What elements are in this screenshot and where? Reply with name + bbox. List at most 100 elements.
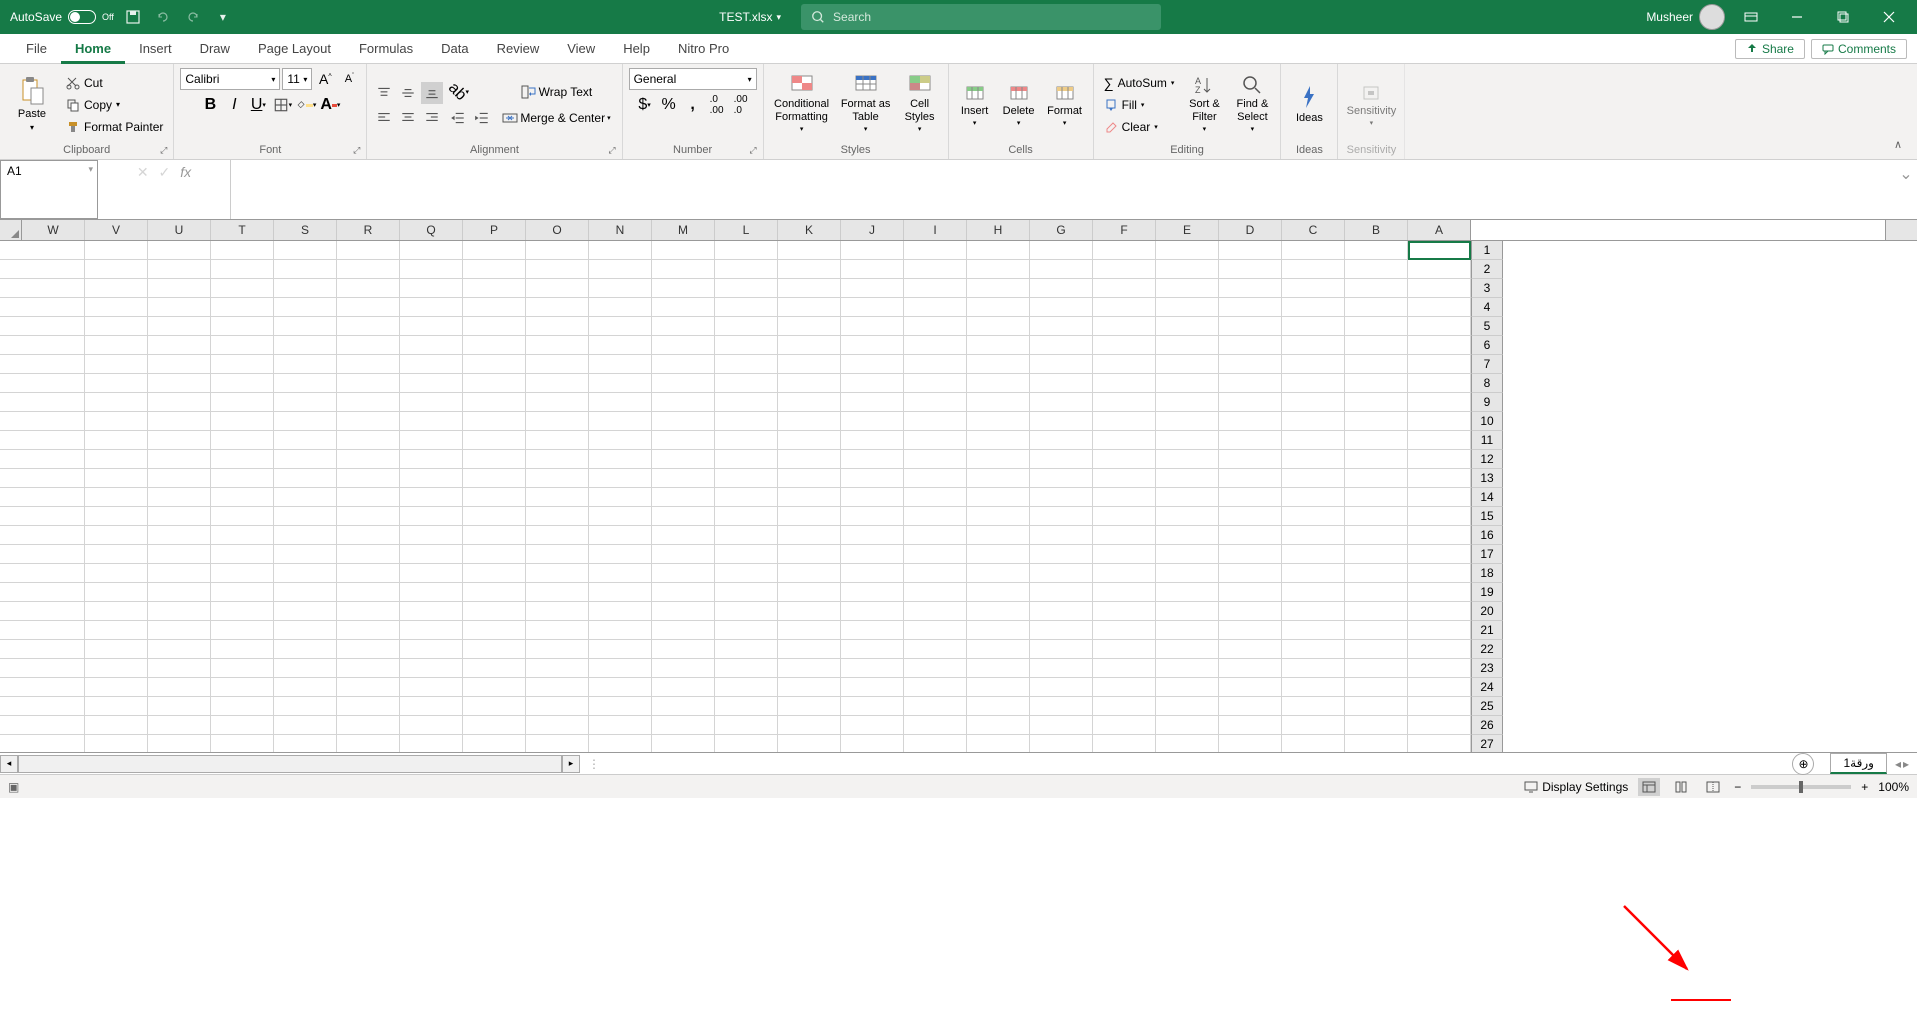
cell[interactable]	[463, 298, 526, 317]
cell[interactable]	[1030, 469, 1093, 488]
cell[interactable]	[1093, 545, 1156, 564]
cell[interactable]	[463, 735, 526, 752]
cell[interactable]	[211, 431, 274, 450]
cell[interactable]	[463, 336, 526, 355]
cell[interactable]	[1156, 659, 1219, 678]
tab-view[interactable]: View	[553, 34, 609, 64]
cell[interactable]	[1345, 298, 1408, 317]
cell[interactable]	[1156, 564, 1219, 583]
cell[interactable]	[1282, 279, 1345, 298]
cell[interactable]	[652, 545, 715, 564]
cell[interactable]	[22, 678, 85, 697]
cell[interactable]	[1345, 260, 1408, 279]
qat-customize[interactable]: ▾	[212, 6, 234, 28]
cell[interactable]	[1156, 716, 1219, 735]
cell[interactable]	[85, 621, 148, 640]
cell[interactable]	[526, 602, 589, 621]
cell[interactable]	[1345, 374, 1408, 393]
cell[interactable]	[1156, 317, 1219, 336]
cell[interactable]	[1093, 279, 1156, 298]
cell[interactable]	[1282, 697, 1345, 716]
tab-formulas[interactable]: Formulas	[345, 34, 427, 64]
cell[interactable]	[652, 507, 715, 526]
cell[interactable]	[1408, 659, 1471, 678]
cell[interactable]	[1408, 678, 1471, 697]
cell[interactable]	[85, 507, 148, 526]
cell[interactable]	[1282, 545, 1345, 564]
cell[interactable]	[148, 659, 211, 678]
cell[interactable]	[715, 355, 778, 374]
cell[interactable]	[1156, 488, 1219, 507]
cell[interactable]	[148, 602, 211, 621]
paste-button[interactable]: Paste ▾	[6, 72, 58, 138]
tab-draw[interactable]: Draw	[186, 34, 244, 64]
cell[interactable]	[211, 545, 274, 564]
cell[interactable]	[967, 317, 1030, 336]
row-header[interactable]: 20	[1471, 602, 1503, 621]
cell[interactable]	[400, 678, 463, 697]
search-box[interactable]: Search	[801, 4, 1161, 30]
cell[interactable]	[652, 564, 715, 583]
cell[interactable]	[1282, 507, 1345, 526]
cell[interactable]	[652, 450, 715, 469]
cell[interactable]	[211, 697, 274, 716]
cell[interactable]	[904, 450, 967, 469]
cell[interactable]	[715, 260, 778, 279]
cell[interactable]	[1156, 583, 1219, 602]
cell[interactable]	[1030, 260, 1093, 279]
cell[interactable]	[463, 469, 526, 488]
cell[interactable]	[1282, 317, 1345, 336]
cell[interactable]	[841, 279, 904, 298]
cell[interactable]	[715, 431, 778, 450]
cell[interactable]	[1345, 697, 1408, 716]
cell[interactable]	[148, 393, 211, 412]
cell[interactable]	[274, 317, 337, 336]
view-page-break-button[interactable]	[1702, 778, 1724, 796]
tab-review[interactable]: Review	[483, 34, 554, 64]
cell[interactable]	[148, 678, 211, 697]
collapse-ribbon-button[interactable]: ∧	[1887, 133, 1909, 155]
cell[interactable]	[526, 412, 589, 431]
cell[interactable]	[1093, 697, 1156, 716]
cell[interactable]	[589, 545, 652, 564]
delete-cells-button[interactable]: Delete▾	[999, 72, 1039, 138]
cell[interactable]	[652, 735, 715, 752]
row-header[interactable]: 11	[1471, 431, 1503, 450]
cell[interactable]	[841, 526, 904, 545]
cell[interactable]	[1093, 431, 1156, 450]
cell[interactable]	[967, 355, 1030, 374]
merge-center-button[interactable]: Merge & Center▾	[497, 107, 615, 129]
cell[interactable]	[337, 412, 400, 431]
cell[interactable]	[22, 279, 85, 298]
cell[interactable]	[778, 697, 841, 716]
cell[interactable]	[337, 469, 400, 488]
cell[interactable]	[841, 431, 904, 450]
column-header[interactable]: S	[274, 220, 337, 240]
row-header[interactable]: 7	[1471, 355, 1503, 374]
cell[interactable]	[841, 317, 904, 336]
cell[interactable]	[526, 640, 589, 659]
cell[interactable]	[463, 659, 526, 678]
clear-button[interactable]: Clear▾	[1100, 117, 1179, 137]
cell[interactable]	[22, 621, 85, 640]
cell[interactable]	[211, 716, 274, 735]
cancel-formula-icon[interactable]: ✕	[137, 164, 149, 181]
cell[interactable]	[1093, 621, 1156, 640]
borders-button[interactable]: ▾	[271, 94, 293, 116]
cell[interactable]	[1030, 488, 1093, 507]
cell[interactable]	[1345, 640, 1408, 659]
tab-insert[interactable]: Insert	[125, 34, 186, 64]
cell[interactable]	[337, 735, 400, 752]
cell[interactable]	[85, 640, 148, 659]
sort-filter-button[interactable]: AZSort & Filter▾	[1182, 72, 1226, 138]
cell[interactable]	[1408, 640, 1471, 659]
cell[interactable]	[967, 450, 1030, 469]
cell[interactable]	[22, 431, 85, 450]
cell[interactable]	[1093, 602, 1156, 621]
view-normal-button[interactable]	[1638, 778, 1660, 796]
cell[interactable]	[652, 526, 715, 545]
cell[interactable]	[148, 583, 211, 602]
cell[interactable]	[22, 545, 85, 564]
align-middle-button[interactable]	[397, 82, 419, 104]
name-box[interactable]: A1	[0, 160, 98, 219]
